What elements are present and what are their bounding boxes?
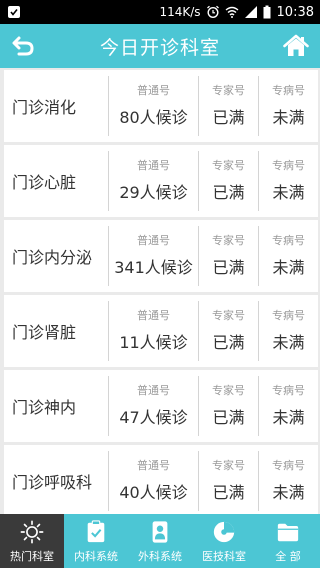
department-row[interactable]: 门诊呼吸科 普通号 40人候诊 专家号 已满 专病号 未满 <box>4 445 318 514</box>
expert-status-value: 已满 <box>212 408 245 427</box>
tab-sun[interactable]: 热门科室 <box>0 514 64 568</box>
special-queue-cell: 专病号 未满 <box>258 226 318 286</box>
department-row[interactable]: 门诊神内 普通号 47人候诊 专家号 已满 专病号 未满 <box>4 370 318 442</box>
department-list: 门诊消化 普通号 80人候诊 专家号 已满 专病号 未满 门诊心脏 普通号 29… <box>0 68 320 514</box>
special-queue-cell: 专病号 未满 <box>258 76 318 136</box>
department-name: 门诊呼吸科 <box>12 473 93 492</box>
normal-queue-value: 29人候诊 <box>119 183 188 202</box>
page-title: 今日开诊科室 <box>99 36 220 59</box>
special-status-value: 未满 <box>272 408 305 427</box>
normal-queue-cell: 普通号 47人候诊 <box>108 376 198 436</box>
expert-queue-cell: 专家号 已满 <box>198 451 258 511</box>
normal-queue-cell: 普通号 40人候诊 <box>108 451 198 511</box>
department-name: 门诊神内 <box>12 398 77 417</box>
expert-queue-cell: 专家号 已满 <box>198 301 258 361</box>
chart-icon <box>211 519 237 545</box>
tab-label: 医技科室 <box>202 549 246 563</box>
special-queue-cell: 专病号 未满 <box>258 451 318 511</box>
normal-queue-value: 80人候诊 <box>119 108 188 127</box>
expert-queue-cell: 专家号 已满 <box>198 226 258 286</box>
tab-label: 内科系统 <box>74 549 118 563</box>
expert-status-value: 已满 <box>212 183 245 202</box>
normal-queue-cell: 普通号 29人候诊 <box>108 151 198 211</box>
department-name: 门诊消化 <box>12 98 77 117</box>
tab-label: 热门科室 <box>10 549 54 563</box>
expert-queue-cell: 专家号 已满 <box>198 376 258 436</box>
app-header: 今日开诊科室 <box>0 24 320 68</box>
app-root: 114K/s 10:38 今日开诊科室 门诊消化 普通号 80人候诊 专家号 已… <box>0 0 320 568</box>
person-icon <box>147 519 173 545</box>
expert-label: 专家号 <box>212 159 245 172</box>
special-queue-cell: 专病号 未满 <box>258 151 318 211</box>
normal-queue-cell: 普通号 341人候诊 <box>108 226 198 286</box>
expert-status-value: 已满 <box>212 108 245 127</box>
department-name: 门诊肾脏 <box>12 323 77 342</box>
special-queue-cell: 专病号 未满 <box>258 376 318 436</box>
special-label: 专病号 <box>272 459 305 472</box>
special-label: 专病号 <box>272 309 305 322</box>
department-name: 门诊内分泌 <box>12 248 93 267</box>
expert-label: 专家号 <box>212 234 245 247</box>
home-icon <box>283 34 309 56</box>
expert-label: 专家号 <box>212 459 245 472</box>
special-label: 专病号 <box>272 234 305 247</box>
tab-chart[interactable]: 医技科室 <box>192 514 256 568</box>
normal-label: 普通号 <box>137 159 170 172</box>
department-row[interactable]: 门诊心脏 普通号 29人候诊 专家号 已满 专病号 未满 <box>4 145 318 217</box>
normal-label: 普通号 <box>137 84 170 97</box>
special-queue-cell: 专病号 未满 <box>258 301 318 361</box>
back-button[interactable] <box>8 30 40 62</box>
expert-label: 专家号 <box>212 309 245 322</box>
special-label: 专病号 <box>272 384 305 397</box>
expert-queue-cell: 专家号 已满 <box>198 151 258 211</box>
tab-folder[interactable]: 全 部 <box>256 514 320 568</box>
notification-icon <box>8 6 20 18</box>
home-button[interactable] <box>280 30 312 62</box>
expert-label: 专家号 <box>212 84 245 97</box>
tab-label: 外科系统 <box>138 549 182 563</box>
signal-icon <box>244 5 258 19</box>
normal-label: 普通号 <box>137 384 170 397</box>
sun-icon <box>19 519 45 545</box>
battery-icon <box>263 5 272 19</box>
normal-label: 普通号 <box>137 309 170 322</box>
back-arrow-icon <box>12 36 34 56</box>
normal-queue-value: 40人候诊 <box>119 483 188 502</box>
special-status-value: 未满 <box>272 183 305 202</box>
expert-status-value: 已满 <box>212 483 245 502</box>
department-row[interactable]: 门诊内分泌 普通号 341人候诊 专家号 已满 专病号 未满 <box>4 220 318 292</box>
bottom-tab-bar: 热门科室 内科系统 外科系统 医技科室 全 部 <box>0 514 320 568</box>
expert-label: 专家号 <box>212 384 245 397</box>
clock-time: 10:38 <box>276 4 314 20</box>
normal-queue-value: 341人候诊 <box>114 258 193 277</box>
department-name: 门诊心脏 <box>12 173 77 192</box>
normal-queue-cell: 普通号 80人候诊 <box>108 76 198 136</box>
folder-icon <box>275 519 301 545</box>
normal-label: 普通号 <box>137 234 170 247</box>
expert-status-value: 已满 <box>212 333 245 352</box>
clipboard-icon <box>83 519 109 545</box>
special-status-value: 未满 <box>272 333 305 352</box>
network-speed: 114K/s <box>159 5 201 19</box>
normal-queue-value: 11人候诊 <box>119 333 188 352</box>
department-row[interactable]: 门诊消化 普通号 80人候诊 专家号 已满 专病号 未满 <box>4 70 318 142</box>
status-bar: 114K/s 10:38 <box>0 0 320 24</box>
normal-label: 普通号 <box>137 459 170 472</box>
normal-queue-cell: 普通号 11人候诊 <box>108 301 198 361</box>
tab-label: 全 部 <box>275 549 301 563</box>
special-label: 专病号 <box>272 84 305 97</box>
normal-queue-value: 47人候诊 <box>119 408 188 427</box>
department-row[interactable]: 门诊肾脏 普通号 11人候诊 专家号 已满 专病号 未满 <box>4 295 318 367</box>
special-status-value: 未满 <box>272 108 305 127</box>
expert-status-value: 已满 <box>212 258 245 277</box>
expert-queue-cell: 专家号 已满 <box>198 76 258 136</box>
tab-clipboard[interactable]: 内科系统 <box>64 514 128 568</box>
alarm-icon <box>206 5 220 19</box>
wifi-icon <box>225 5 239 19</box>
special-status-value: 未满 <box>272 258 305 277</box>
special-label: 专病号 <box>272 159 305 172</box>
special-status-value: 未满 <box>272 483 305 502</box>
tab-person[interactable]: 外科系统 <box>128 514 192 568</box>
